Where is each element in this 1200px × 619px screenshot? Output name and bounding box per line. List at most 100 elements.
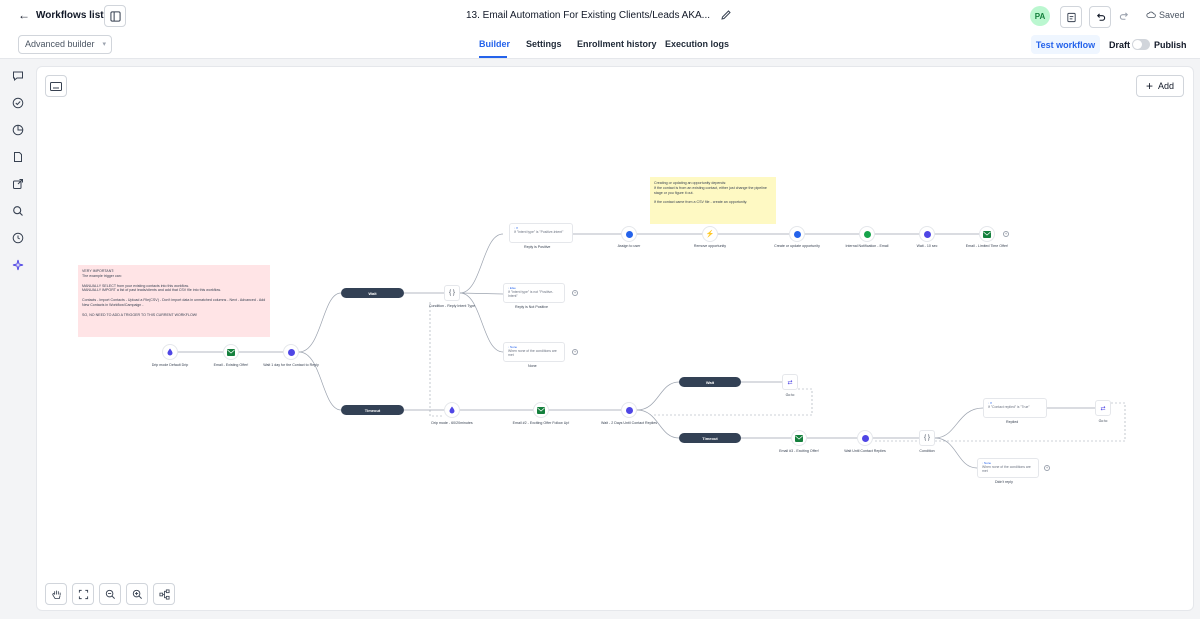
- condition-node-label: Condition - Reply Intent Type: [428, 304, 476, 308]
- wait-node-2[interactable]: [621, 402, 637, 418]
- mail-icon: [795, 434, 803, 442]
- wait-seconds-node[interactable]: [919, 226, 935, 242]
- add-step-plus-icon[interactable]: +: [1003, 231, 1009, 237]
- email-node-2-label: Email #2 - Exciting Offer Follow Up!: [512, 421, 570, 425]
- tab-builder[interactable]: Builder: [479, 39, 510, 49]
- pencil-icon[interactable]: [720, 9, 732, 21]
- external-link-icon[interactable]: [12, 178, 24, 190]
- branch-label-positive: Reply is Positive: [524, 245, 551, 249]
- tab-execution-logs[interactable]: Execution logs: [665, 39, 729, 49]
- wait-seconds-label: Wait - 10 sec: [916, 244, 938, 248]
- internal-notification-node[interactable]: [859, 226, 875, 242]
- branch-label-not-positive: Reply is Not Positive: [515, 305, 548, 309]
- zoom-in-button[interactable]: [126, 583, 148, 605]
- clock-icon: [861, 434, 869, 442]
- undo-button[interactable]: [1089, 6, 1111, 28]
- email-node-3[interactable]: [791, 430, 807, 446]
- mail-icon: [227, 348, 235, 356]
- email-node[interactable]: [223, 344, 239, 360]
- zoom-out-icon: [105, 589, 115, 599]
- goto-node-2-label: Go to: [1098, 419, 1108, 423]
- pie-chart-icon[interactable]: [12, 124, 24, 136]
- branch-card-positive[interactable]: ◦ If If "Intent type" is "Positive-Inten…: [509, 223, 573, 243]
- fit-view-button[interactable]: [72, 583, 94, 605]
- redo-button[interactable]: [1119, 9, 1133, 23]
- branch-card-replied[interactable]: ◦ If If "Contact replied" is "True": [983, 398, 1047, 418]
- branch-rule: If "Contact replied" is "True": [988, 405, 1030, 409]
- dollar-icon: [793, 230, 801, 238]
- bell-icon: [863, 230, 871, 238]
- timeout-branch-pill-2[interactable]: Timeout: [679, 433, 741, 443]
- remove-opportunity-node[interactable]: ⚡: [702, 226, 718, 242]
- redo-icon: [1119, 12, 1129, 20]
- branch-card-not-positive[interactable]: ◦ Else If "Intent type" is not "Positive…: [503, 283, 565, 303]
- clock-icon[interactable]: [12, 232, 24, 244]
- panel-icon: [109, 10, 121, 22]
- workflow-title[interactable]: 13. Email Automation For Existing Client…: [466, 10, 710, 21]
- create-opportunity-node[interactable]: [789, 226, 805, 242]
- hand-icon: [51, 590, 61, 599]
- sparkle-icon[interactable]: [12, 259, 24, 271]
- add-step-plus-icon[interactable]: +: [572, 290, 578, 296]
- workflow-canvas[interactable]: + Add VERY IMPORTANT: The example trigge…: [36, 66, 1194, 611]
- chevron-down-icon: ▾: [102, 41, 106, 48]
- drip-node[interactable]: [162, 344, 178, 360]
- goto-node-2[interactable]: ⇄: [1095, 400, 1111, 416]
- branch-label-no-reply: Didn't reply: [995, 480, 1013, 484]
- back-to-workflows-link[interactable]: ← Workflows list: [18, 9, 104, 21]
- mail-icon: [983, 230, 991, 238]
- create-opportunity-label: Create or update opportunity: [774, 244, 820, 248]
- branch-rule: If "Intent type" is "Positive-Intent": [514, 230, 564, 234]
- history-button[interactable]: [1060, 6, 1082, 28]
- chat-icon[interactable]: [12, 70, 24, 82]
- email-node-3-label: Email #3 - Exciting Offer!: [779, 449, 819, 453]
- file-icon[interactable]: [12, 151, 24, 163]
- timeout-branch-pill[interactable]: Timeout: [341, 405, 404, 415]
- add-step-plus-icon[interactable]: +: [572, 349, 578, 355]
- branch-rule: If "Intent type" is not "Positive-Intent…: [508, 290, 554, 298]
- zoom-in-icon: [132, 589, 142, 599]
- wait-branch-pill-2[interactable]: Wait: [679, 377, 741, 387]
- add-step-plus-icon[interactable]: +: [1044, 465, 1050, 471]
- builder-mode-select[interactable]: Advanced builder ▾: [18, 35, 112, 54]
- condition-node-2[interactable]: { }: [919, 430, 935, 446]
- tab-enrollment-history[interactable]: Enrollment history: [577, 39, 657, 49]
- sidebar-toggle-button[interactable]: [104, 5, 126, 27]
- undo-icon: [1096, 12, 1105, 21]
- clock-icon: [625, 406, 633, 414]
- wait-node-label: Wait 1 day for the Contact to Reply: [263, 363, 319, 367]
- branch-card-none[interactable]: ◦ None When none of the conditions are m…: [503, 342, 565, 362]
- wait-branch-pill[interactable]: Wait: [341, 288, 404, 298]
- clock-icon: [923, 230, 931, 238]
- wait-node[interactable]: [283, 344, 299, 360]
- publish-toggle[interactable]: [1132, 39, 1150, 50]
- opportunity-note[interactable]: Creating or updating an opportunity depe…: [650, 177, 776, 224]
- arrow-left-icon: ←: [18, 8, 30, 22]
- tab-settings[interactable]: Settings: [526, 39, 562, 49]
- auto-layout-button[interactable]: [153, 583, 175, 605]
- email-limited-node[interactable]: [979, 226, 995, 242]
- condition-node[interactable]: { }: [444, 285, 460, 301]
- search-icon[interactable]: [12, 205, 24, 217]
- goto-node[interactable]: ⇄: [782, 374, 798, 390]
- drop-icon: [167, 348, 173, 356]
- zoom-out-button[interactable]: [99, 583, 121, 605]
- drip-node-label: Drip mode Default Drip: [151, 363, 189, 367]
- check-circle-icon[interactable]: [12, 97, 24, 109]
- bolt-icon: ⚡: [705, 231, 715, 238]
- saved-status: Saved: [1146, 10, 1185, 20]
- email-node-2[interactable]: [533, 402, 549, 418]
- email-limited-label: Email - Limited Time Offer!: [965, 244, 1009, 248]
- important-note[interactable]: VERY IMPORTANT: The example trigger can:…: [78, 265, 270, 337]
- saved-label: Saved: [1159, 10, 1185, 20]
- test-workflow-button[interactable]: Test workflow: [1031, 35, 1100, 54]
- drip-node-2[interactable]: [444, 402, 460, 418]
- clipboard-icon: [1066, 12, 1076, 22]
- branch-card-no-reply[interactable]: ◦ None When none of the conditions are m…: [977, 458, 1039, 478]
- assign-user-label: Assign to user: [617, 244, 641, 248]
- pan-hand-button[interactable]: [45, 583, 67, 605]
- assign-user-node[interactable]: [621, 226, 637, 242]
- avatar[interactable]: PA: [1030, 6, 1050, 26]
- wait-node-3[interactable]: [857, 430, 873, 446]
- sub-navigation: Advanced builder ▾ Builder Settings Enro…: [0, 31, 1200, 59]
